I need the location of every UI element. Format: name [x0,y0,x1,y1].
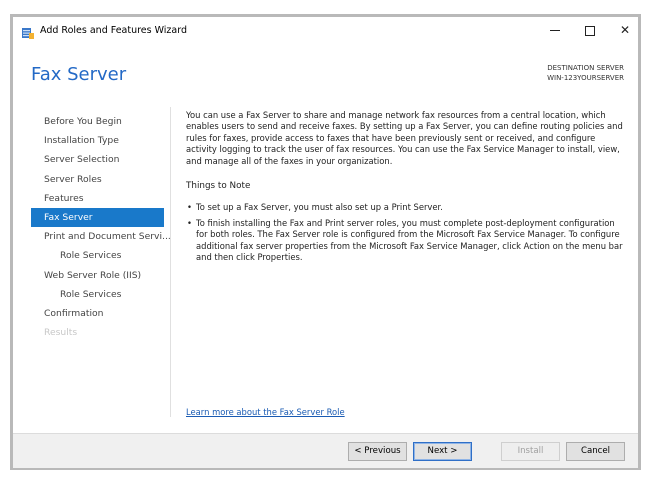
nav-item-confirmation[interactable]: Confirmation [13,304,173,323]
minimize-icon [550,30,560,31]
nav-item-role-services-print[interactable]: Role Services [13,246,173,265]
list-item: • To set up a Fax Server, you must also s… [186,202,626,213]
nav-item-role-services-web[interactable]: Role Services [13,285,173,304]
nav-item-server-selection[interactable]: Server Selection [13,150,173,169]
footer-bar: < Previous Next > Install Cancel [13,433,638,468]
learn-more-link[interactable]: Learn more about the Fax Server Role [186,407,345,417]
notes-list: • To set up a Fax Server, you must also s… [186,202,626,263]
maximize-button[interactable] [575,17,605,43]
nav-item-results: Results [44,327,78,339]
note-text: To set up a Fax Server, you must also se… [196,202,443,213]
intro-text: You can use a Fax Server to share and ma… [186,110,623,166]
maximize-icon [585,25,595,36]
close-icon: ✕ [619,23,631,37]
nav-divider [170,107,171,417]
nav-item-features[interactable]: Features [13,189,173,208]
page-header: Fax Server DESTINATION SERVER WIN-123YOU… [13,47,638,107]
wizard-nav: Before You Begin Installation Type Serve… [13,112,173,342]
destination-label: DESTINATION SERVER [547,64,624,72]
page-title: Fax Server [31,64,127,85]
nav-item-print-document-services[interactable]: Print and Document Servi... [13,227,173,246]
nav-item-server-roles[interactable]: Server Roles [13,170,173,189]
nav-item-fax-server[interactable]: Fax Server [31,207,164,228]
note-text: To finish installing the Fax and Print s… [196,217,623,263]
nav-item-web-server-role[interactable]: Web Server Role (IIS) [13,266,173,285]
destination-server-name: WIN-123YOURSERVER [547,74,624,82]
wizard-window: Add Roles and Features Wizard ✕ Fax Serv… [10,14,641,470]
destination-server: DESTINATION SERVER WIN-123YOURSERVER [547,63,624,83]
server-manager-icon [21,25,35,39]
main-content: You can use a Fax Server to share and ma… [186,110,626,267]
close-button[interactable]: ✕ [610,17,640,43]
minimize-button[interactable] [540,17,570,43]
previous-button[interactable]: < Previous [348,442,407,461]
nav-item-installation-type[interactable]: Installation Type [13,131,173,150]
list-item: • To finish installing the Fax and Print … [186,218,626,264]
next-button[interactable]: Next > [413,442,472,461]
install-button: Install [501,442,560,461]
window-title: Add Roles and Features Wizard [40,25,188,36]
things-to-note-heading: Things to Note [186,181,251,192]
bullet-icon: • [187,202,192,213]
cancel-button[interactable]: Cancel [566,442,625,461]
title-bar: Add Roles and Features Wizard ✕ [13,17,638,47]
nav-item-before-you-begin[interactable]: Before You Begin [13,112,173,131]
bullet-icon: • [187,217,192,228]
